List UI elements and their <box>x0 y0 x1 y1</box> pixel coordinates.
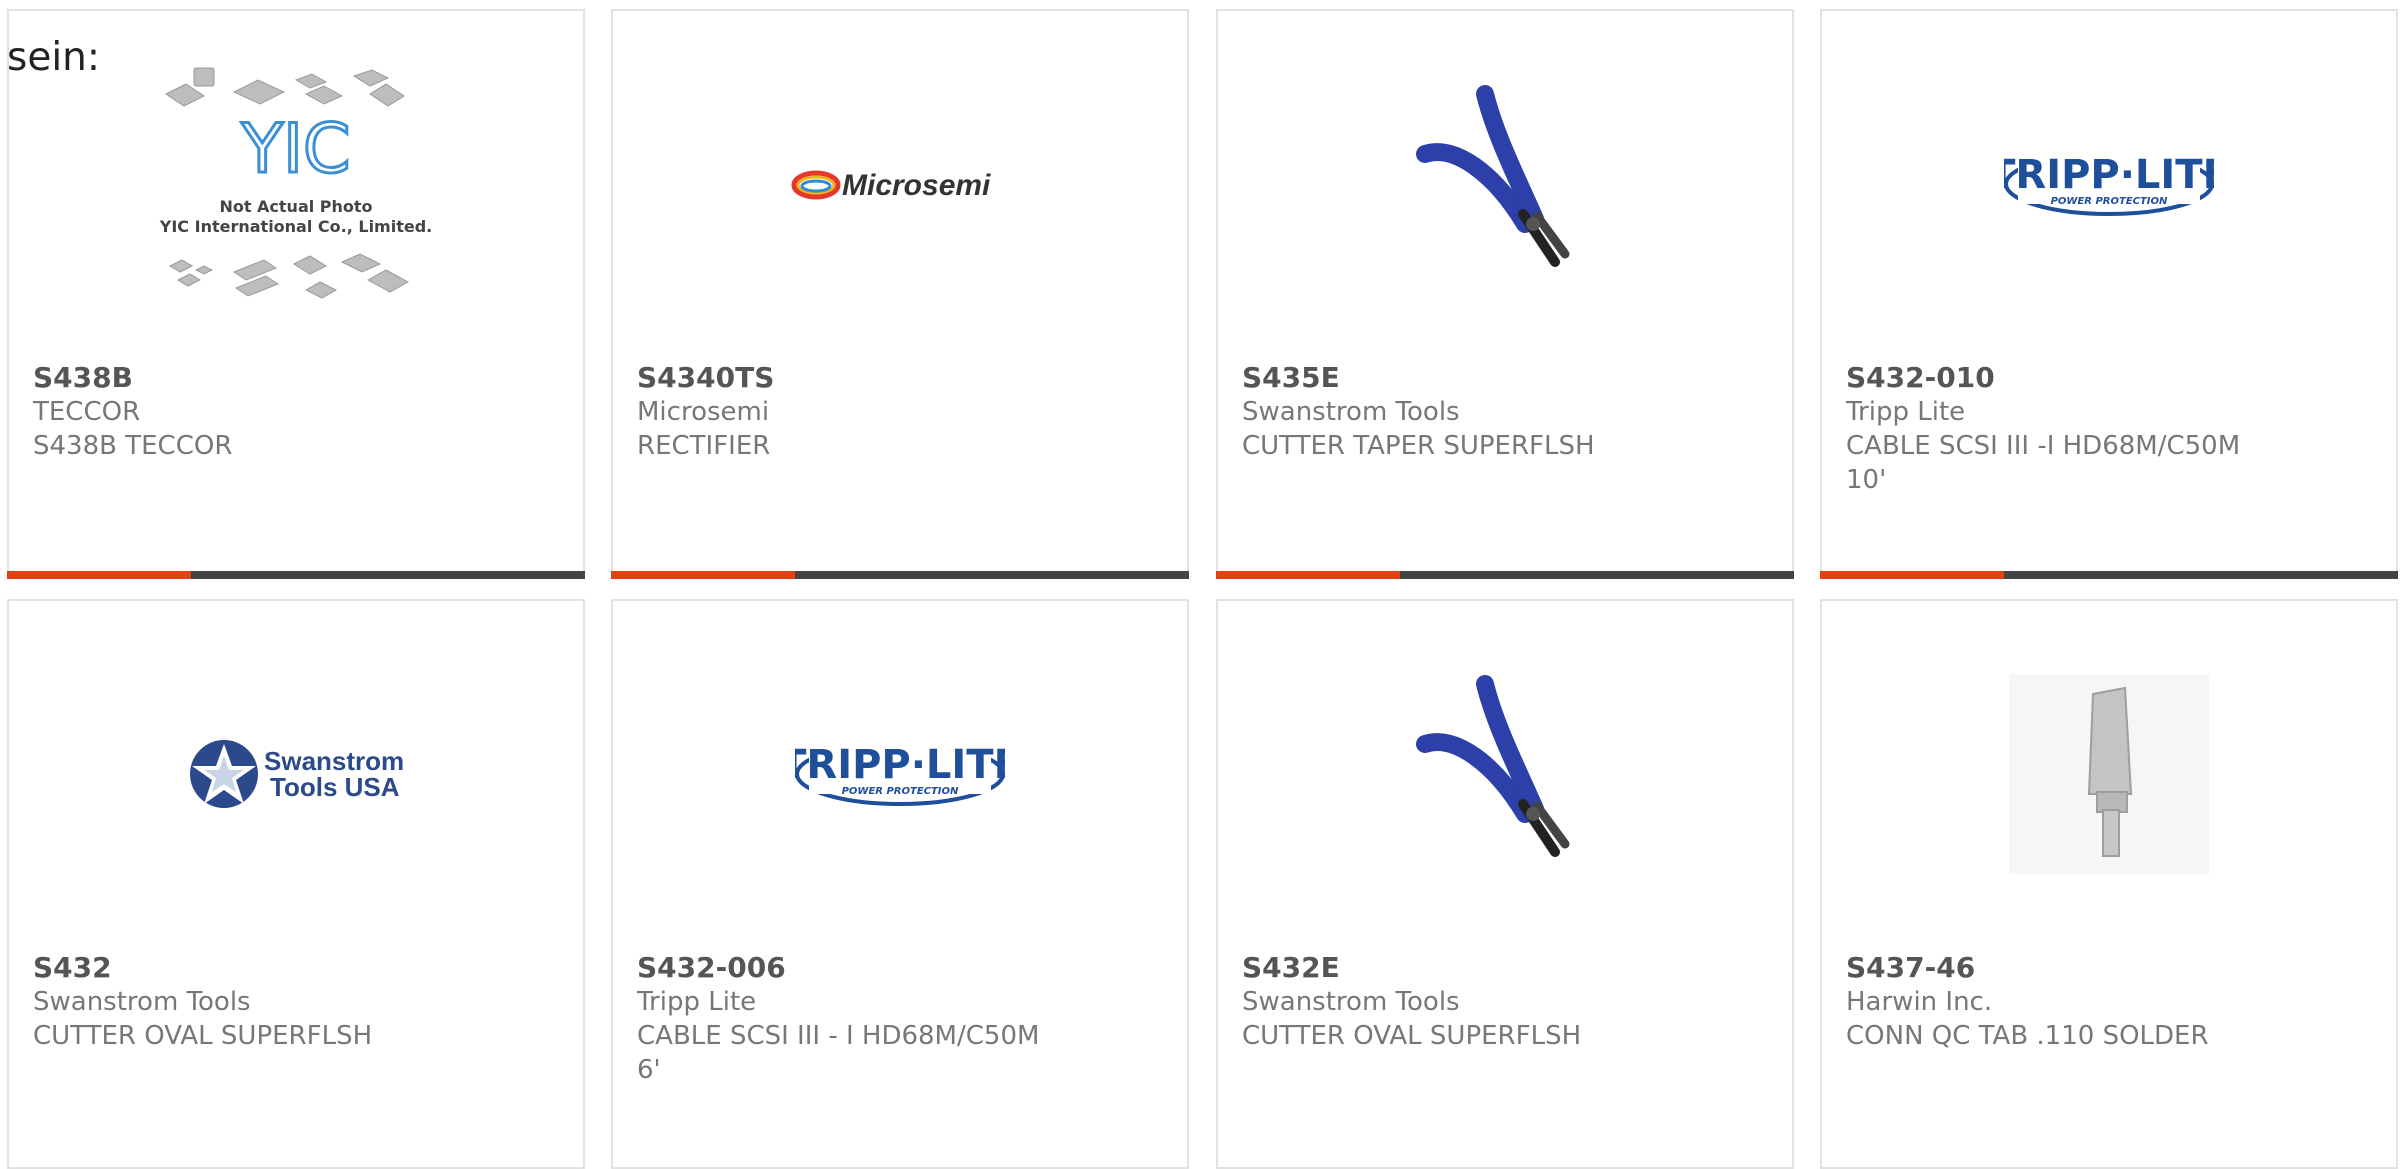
svg-text:Microsemi: Microsemi <box>842 169 991 202</box>
placeholder-company: YIC International Co., Limited. <box>159 217 432 236</box>
manufacturer: Swanstrom Tools <box>1242 987 1460 1017</box>
description: CUTTER OVAL SUPERFLSH <box>1242 1021 1582 1051</box>
svg-text:YIC: YIC <box>240 110 350 189</box>
manufacturer: Microsemi <box>637 397 770 427</box>
manufacturer: Harwin Inc. <box>1846 987 1993 1017</box>
manufacturer: Swanstrom Tools <box>33 987 251 1017</box>
card-accent <box>611 571 795 579</box>
svg-text:POWER PROTECTION: POWER PROTECTION <box>842 786 959 797</box>
page-heading: sein: <box>7 35 101 80</box>
swanstrom-logo: Swanstrom Tools USA <box>190 739 404 808</box>
card-accent <box>7 571 191 579</box>
description: S438B TECCOR <box>33 431 233 461</box>
part-number[interactable]: S437-46 <box>1846 951 2372 985</box>
part-number[interactable]: S432-010 <box>1846 361 2372 395</box>
card-accent <box>1216 571 1400 579</box>
product-card[interactable]: TRIPP·LITE POWER PROTECTION S432-006 Tri… <box>611 599 1189 1169</box>
manufacturer: Tripp Lite <box>637 987 757 1017</box>
card-bottom-bar <box>7 571 585 579</box>
description: CONN QC TAB .110 SOLDER <box>1846 1021 2209 1051</box>
description: CUTTER TAPER SUPERFLSH <box>1242 431 1595 461</box>
tripp-lite-logo: TRIPP·LITE POWER PROTECTION <box>2004 151 2214 216</box>
product-card[interactable]: YIC Not Actual Photo YIC International C… <box>7 9 585 579</box>
product-image <box>1822 601 2396 946</box>
product-card[interactable]: Swanstrom Tools USA S432 Swanstrom Tools… <box>7 599 585 1169</box>
pliers-icon <box>1416 674 1570 857</box>
tripp-lite-logo: TRIPP·LITE POWER PROTECTION <box>795 741 1005 806</box>
svg-text:Tools USA: Tools USA <box>270 772 400 802</box>
card-bottom-bar <box>1216 571 1794 579</box>
description: CUTTER OVAL SUPERFLSH <box>33 1021 373 1051</box>
microsemi-logo: Microsemi <box>791 169 991 202</box>
product-card[interactable]: S435E Swanstrom Tools CUTTER TAPER SUPER… <box>1216 9 1794 579</box>
part-number[interactable]: S438B <box>33 361 559 395</box>
card-bottom-bar <box>611 571 1189 579</box>
product-card[interactable]: S437-46 Harwin Inc. CONN QC TAB .110 SOL… <box>1820 599 2398 1169</box>
svg-text:POWER PROTECTION: POWER PROTECTION <box>2051 196 2168 207</box>
pliers-icon <box>1416 84 1570 267</box>
connector-tab-icon <box>2009 673 2209 874</box>
product-image: TRIPP·LITE POWER PROTECTION <box>613 601 1187 946</box>
svg-text:TRIPP·LITE: TRIPP·LITE <box>2004 152 2214 198</box>
manufacturer: Swanstrom Tools <box>1242 397 1460 427</box>
part-number[interactable]: S4340TS <box>637 361 1163 395</box>
description: CABLE SCSI III - I HD68M/C50M 6' <box>637 1021 1040 1085</box>
part-number[interactable]: S432-006 <box>637 951 1163 985</box>
yic-placeholder-icon: YIC Not Actual Photo YIC International C… <box>159 67 432 299</box>
product-card[interactable]: TRIPP·LITE POWER PROTECTION S432-010 Tri… <box>1820 9 2398 579</box>
manufacturer: TECCOR <box>33 397 141 427</box>
description: CABLE SCSI III -I HD68M/C50M 10' <box>1846 431 2241 495</box>
product-image <box>1218 11 1792 356</box>
part-number[interactable]: S435E <box>1242 361 1768 395</box>
card-bottom-bar <box>1820 571 2398 579</box>
manufacturer: Tripp Lite <box>1846 397 1966 427</box>
product-image: Microsemi <box>613 11 1187 356</box>
placeholder-note: Not Actual Photo <box>219 197 372 216</box>
part-number[interactable]: S432 <box>33 951 559 985</box>
product-image <box>1218 601 1792 946</box>
product-image: TRIPP·LITE POWER PROTECTION <box>1822 11 2396 356</box>
svg-text:TRIPP·LITE: TRIPP·LITE <box>795 742 1005 788</box>
card-accent <box>1820 571 2004 579</box>
description: RECTIFIER <box>637 431 771 461</box>
product-image: Swanstrom Tools USA <box>9 601 583 946</box>
product-card[interactable]: Microsemi S4340TS Microsemi RECTIFIER <box>611 9 1189 579</box>
part-number[interactable]: S432E <box>1242 951 1768 985</box>
product-card[interactable]: S432E Swanstrom Tools CUTTER OVAL SUPERF… <box>1216 599 1794 1169</box>
